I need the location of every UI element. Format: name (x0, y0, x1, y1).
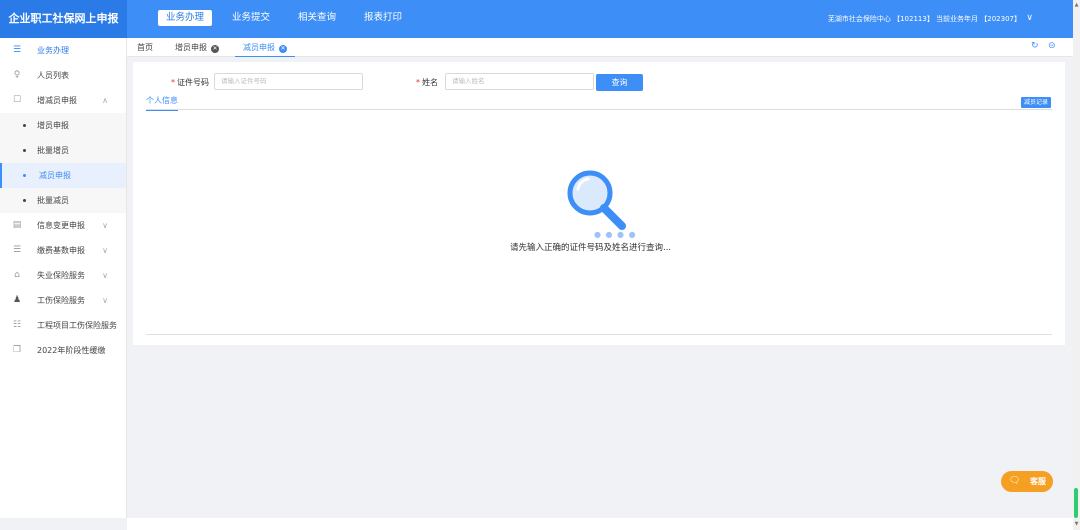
copy-icon: ❐ (12, 345, 22, 355)
chevron-up-icon: ∧ (102, 96, 108, 105)
bullet-icon (23, 124, 26, 127)
bullet-icon (23, 149, 26, 152)
main-panel: * 证件号码 请输入证件号码 * 姓名 请输入姓名 查询 个人信息 减员记录 ● ●… (133, 62, 1065, 345)
sidebar-subitem-batch-reduce[interactable]: 批量减员 (0, 188, 126, 213)
nav-item-business[interactable]: 业务办理 (158, 10, 213, 26)
name-input[interactable]: 请输入姓名 (445, 73, 594, 90)
sidebar-subitem-label: 批量增员 (37, 146, 69, 155)
chevron-down-icon: ∨ (102, 271, 108, 280)
org-info: 芜湖市社会保险中心 【102113】 当前业务年月 【202307】 (827, 15, 1021, 23)
sidebar-header[interactable]: ☰ 业务办理 (0, 38, 126, 63)
name-label: * 姓名 (416, 77, 438, 88)
sidebar-item-contribution-base[interactable]: ☰ 缴费基数申报 ∨ (0, 238, 126, 263)
sidebar-subitem-label: 增员申报 (37, 121, 69, 130)
tab-label: 增员申报 (175, 43, 207, 52)
query-button[interactable]: 查询 (596, 74, 643, 91)
chevron-down-icon: ∨ (102, 296, 108, 305)
briefcase-icon: ⌂ (14, 270, 20, 280)
sidebar-item-label: 工伤保险服务 (37, 296, 85, 305)
sidebar-item-label: 2022年阶段性缓缴 (37, 346, 106, 355)
tabs-bar: 首页 增员申报 ✕ 减员申报 ✕ ↻ ⊝ (127, 38, 1073, 57)
customer-service-button[interactable]: 🗨 客服 (1001, 471, 1053, 492)
person-list-icon: ♀ (13, 70, 21, 80)
scroll-up-icon[interactable]: ▲ (1073, 2, 1080, 8)
nav-item-report-print[interactable]: 报表打印 (356, 10, 410, 26)
chevron-down-icon[interactable]: ∨ (1026, 13, 1033, 23)
name-label-text: 姓名 (422, 78, 438, 87)
sidebar-item-project-injury[interactable]: ☷ 工程项目工伤保险服务 (0, 313, 126, 338)
sidebar-subitem-batch-add[interactable]: 批量增员 (0, 138, 126, 163)
document-edit-icon: ▤ (12, 220, 22, 230)
list-icon: ☰ (12, 245, 22, 255)
divider (146, 109, 1052, 110)
sidebar-item-label: 信息变更申报 (37, 221, 85, 230)
sidebar-submenu: 增员申报 批量增员 减员申报 批量减员 (0, 113, 126, 213)
scroll-thumb[interactable] (1074, 488, 1078, 518)
tab-home[interactable]: 首页 (137, 38, 153, 57)
tab-reduce-declaration[interactable]: 减员申报 ✕ (235, 38, 295, 57)
sidebar-item-person-list[interactable]: ♀ 人员列表 (0, 63, 126, 88)
menu-icon: ☰ (12, 45, 22, 55)
sidebar-subitem-add[interactable]: 增员申报 (0, 113, 126, 138)
id-number-input[interactable]: 请输入证件号码 (214, 73, 363, 90)
sidebar-subitem-reduce[interactable]: 减员申报 (0, 163, 126, 188)
bullet-icon (23, 174, 26, 177)
scroll-down-icon[interactable]: ▼ (1073, 521, 1080, 527)
org-chart-icon: ☷ (12, 320, 22, 330)
close-icon[interactable]: ✕ (211, 45, 219, 53)
tab-label: 首页 (137, 43, 153, 52)
sidebar: ☰ 业务办理 ♀ 人员列表 ☐ 增减员申报 ∧ 增员申报 批量增员 减员申报 批… (0, 38, 127, 518)
user-injury-icon: ♟ (12, 295, 22, 305)
more-options-icon[interactable]: ⊝ (1048, 41, 1056, 51)
sidebar-item-label: 失业保险服务 (37, 271, 85, 280)
nav-item-query[interactable]: 相关查询 (290, 10, 344, 26)
search-magnifier-icon (567, 170, 626, 230)
sidebar-item-add-reduce[interactable]: ☐ 增减员申报 ∧ (0, 88, 126, 113)
reduce-record-button[interactable]: 减员记录 (1020, 97, 1051, 108)
clipboard-icon: ☐ (12, 95, 22, 105)
customer-service-label: 客服 (1030, 477, 1046, 486)
sidebar-item-label: 工程项目工伤保险服务 (37, 321, 117, 330)
chevron-down-icon: ∨ (102, 221, 108, 230)
close-icon[interactable]: ✕ (279, 45, 287, 53)
id-number-label-text: 证件号码 (177, 78, 209, 87)
loading-dots-icon: ● ● ● ● (594, 230, 637, 239)
divider (146, 334, 1052, 335)
top-nav: 业务办理 业务提交 相关查询 报表打印 (158, 10, 422, 26)
nav-item-submit[interactable]: 业务提交 (224, 10, 278, 26)
refresh-icon[interactable]: ↻ (1031, 41, 1039, 51)
top-bar: 企业职工社保网上申报 业务办理 业务提交 相关查询 报表打印 芜湖市社会保险中心… (0, 0, 1073, 38)
chevron-down-icon: ∨ (102, 246, 108, 255)
empty-state-hint: 请先输入正确的证件号码及姓名进行查询... (510, 243, 672, 253)
sidebar-subitem-label: 减员申报 (39, 171, 71, 180)
sidebar-item-label: 人员列表 (37, 71, 69, 80)
chat-bubble-icon: 🗨 (1009, 476, 1021, 486)
scrollbar[interactable]: ▲ ▼ (1073, 0, 1080, 530)
bullet-icon (23, 199, 26, 202)
sidebar-item-label: 缴费基数申报 (37, 246, 85, 255)
sidebar-item-work-injury[interactable]: ♟ 工伤保险服务 ∨ (0, 288, 126, 313)
app-title: 企业职工社保网上申报 (0, 0, 127, 38)
sidebar-item-info-change[interactable]: ▤ 信息变更申报 ∨ (0, 213, 126, 238)
tab-add-declaration[interactable]: 增员申报 ✕ (175, 38, 219, 57)
sidebar-item-unemployment[interactable]: ⌂ 失业保险服务 ∨ (0, 263, 126, 288)
sidebar-header-label: 业务办理 (37, 46, 69, 55)
sidebar-item-deferred-2022[interactable]: ❐ 2022年阶段性缓缴 (0, 338, 126, 363)
required-asterisk: * (171, 78, 175, 87)
id-number-label: * 证件号码 (171, 77, 209, 88)
footer-area (127, 518, 1073, 530)
sidebar-subitem-label: 批量减员 (37, 196, 69, 205)
sidebar-item-label: 增减员申报 (37, 96, 77, 105)
tab-label: 减员申报 (243, 43, 275, 52)
required-asterisk: * (416, 78, 420, 87)
